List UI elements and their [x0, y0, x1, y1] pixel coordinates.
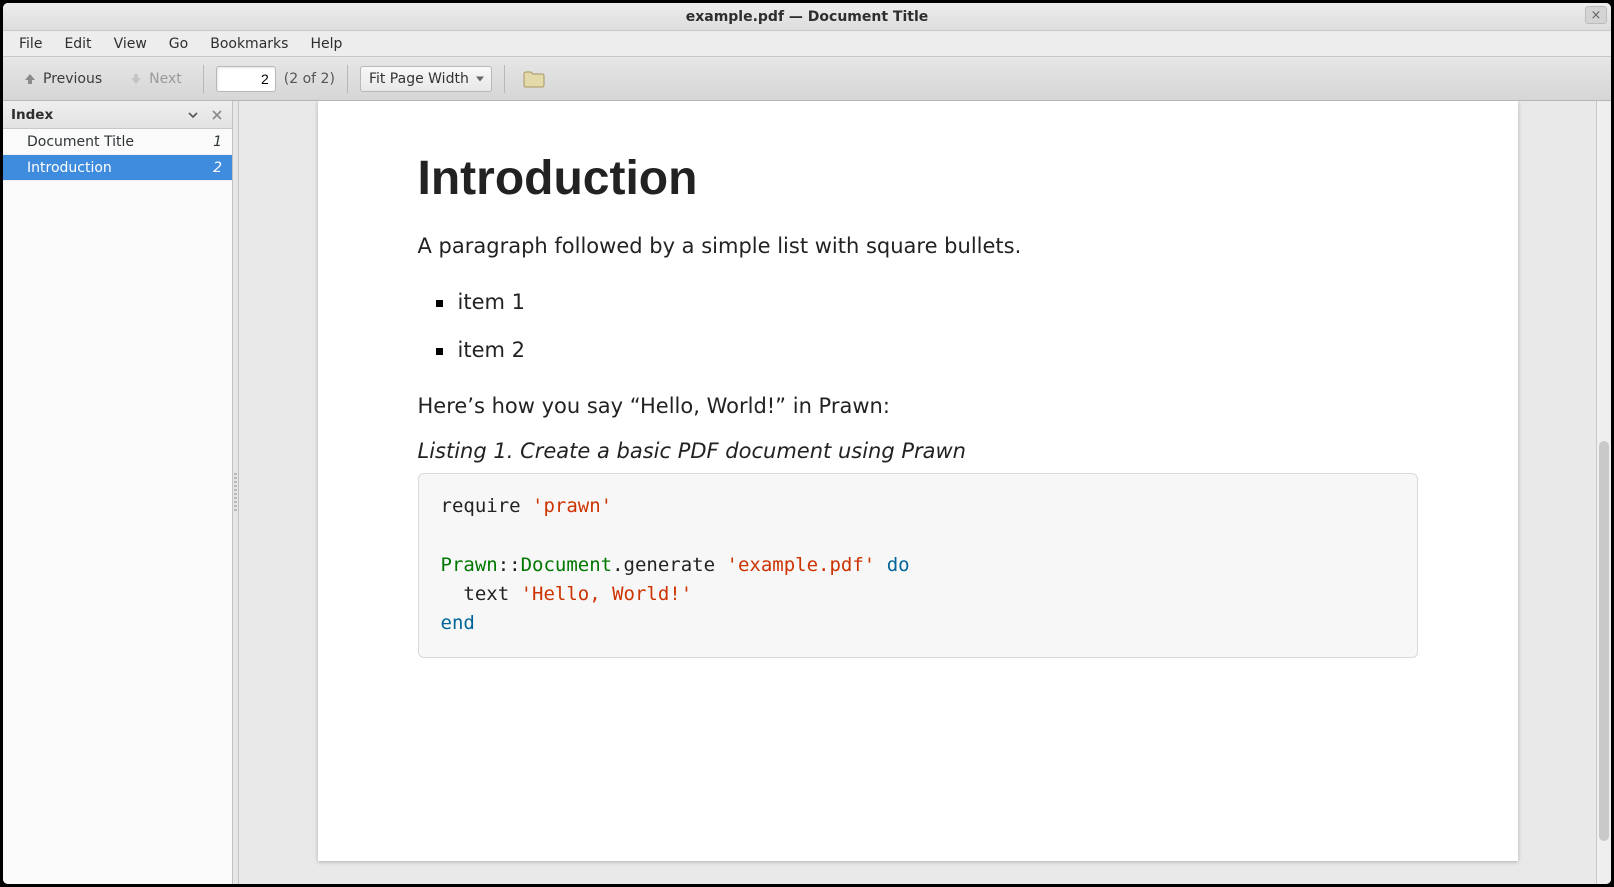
listing-caption: Listing 1. Create a basic PDF document u…: [418, 439, 1418, 463]
index-list: Document Title 1 Introduction 2: [3, 129, 232, 884]
page-heading: Introduction: [418, 151, 1418, 206]
page-number-input[interactable]: [216, 66, 276, 92]
index-item-label: Introduction: [27, 160, 112, 176]
document-area: Introduction A paragraph followed by a s…: [239, 101, 1611, 884]
next-page-button: Next: [119, 66, 191, 92]
code-token: 'example.pdf': [727, 554, 876, 576]
arrow-down-icon: [128, 71, 144, 87]
page-paragraph: Here’s how you say “Hello, World!” in Pr…: [418, 392, 1418, 420]
bullet-list: item 1 item 2: [418, 278, 1418, 374]
index-item-page: 1: [213, 134, 222, 150]
code-token: ::: [498, 554, 521, 576]
previous-label: Previous: [43, 71, 102, 87]
menubar: File Edit View Go Bookmarks Help: [3, 31, 1611, 57]
menu-edit[interactable]: Edit: [54, 33, 101, 55]
window-title: example.pdf — Document Title: [686, 9, 929, 25]
pdf-page: Introduction A paragraph followed by a s…: [318, 101, 1518, 861]
page-total-label: (2 of 2): [284, 71, 335, 87]
menu-view[interactable]: View: [104, 33, 157, 55]
zoom-select-label: Fit Page Width: [369, 71, 469, 87]
sidebar: Index Document Title 1 Introduction 2: [3, 101, 233, 884]
next-label: Next: [149, 71, 182, 87]
code-token: Document: [521, 554, 613, 576]
toolbar-separator: [203, 65, 204, 93]
list-item: item 2: [440, 326, 1418, 374]
code-token: text: [441, 583, 521, 605]
body: Index Document Title 1 Introduction 2: [3, 101, 1611, 884]
list-item: item 1: [440, 278, 1418, 326]
close-window-button[interactable]: ×: [1585, 6, 1607, 24]
close-sidebar-icon[interactable]: [210, 108, 224, 122]
toolbar-separator: [347, 65, 348, 93]
previous-page-button[interactable]: Previous: [13, 66, 111, 92]
code-token: 'Hello, World!': [521, 583, 693, 605]
document-scroll[interactable]: Introduction A paragraph followed by a s…: [239, 101, 1596, 884]
open-file-button[interactable]: [517, 65, 551, 93]
page-paragraph: A paragraph followed by a simple list wi…: [418, 232, 1418, 260]
code-token: require: [441, 495, 521, 517]
index-item-document-title[interactable]: Document Title 1: [3, 129, 232, 155]
index-item-label: Document Title: [27, 134, 134, 150]
menu-help[interactable]: Help: [300, 33, 352, 55]
code-token: 'prawn': [532, 495, 612, 517]
sidebar-title: Index: [11, 107, 53, 123]
menu-go[interactable]: Go: [159, 33, 198, 55]
menu-file[interactable]: File: [9, 33, 52, 55]
toolbar-separator: [504, 65, 505, 93]
zoom-select[interactable]: Fit Page Width: [360, 66, 492, 92]
arrow-up-icon: [22, 71, 38, 87]
index-item-introduction[interactable]: Introduction 2: [3, 155, 232, 181]
titlebar: example.pdf — Document Title ×: [3, 3, 1611, 31]
vertical-scrollbar[interactable]: [1596, 101, 1611, 884]
menu-bookmarks[interactable]: Bookmarks: [200, 33, 298, 55]
folder-icon: [523, 70, 545, 88]
code-block: require 'prawn' Prawn::Document.generate…: [418, 473, 1418, 658]
code-token: Prawn: [441, 554, 498, 576]
chevron-down-icon[interactable]: [186, 108, 200, 122]
code-token: end: [441, 612, 475, 634]
toolbar: Previous Next (2 of 2) Fit Page Width: [3, 57, 1611, 101]
code-token: .generate: [612, 554, 715, 576]
index-item-page: 2: [213, 160, 222, 176]
close-icon: ×: [1591, 8, 1602, 23]
code-token: do: [887, 554, 910, 576]
scrollbar-thumb[interactable]: [1599, 441, 1609, 841]
app-window: example.pdf — Document Title × File Edit…: [0, 0, 1614, 887]
window-controls: ×: [1585, 6, 1607, 24]
sidebar-header: Index: [3, 101, 232, 129]
